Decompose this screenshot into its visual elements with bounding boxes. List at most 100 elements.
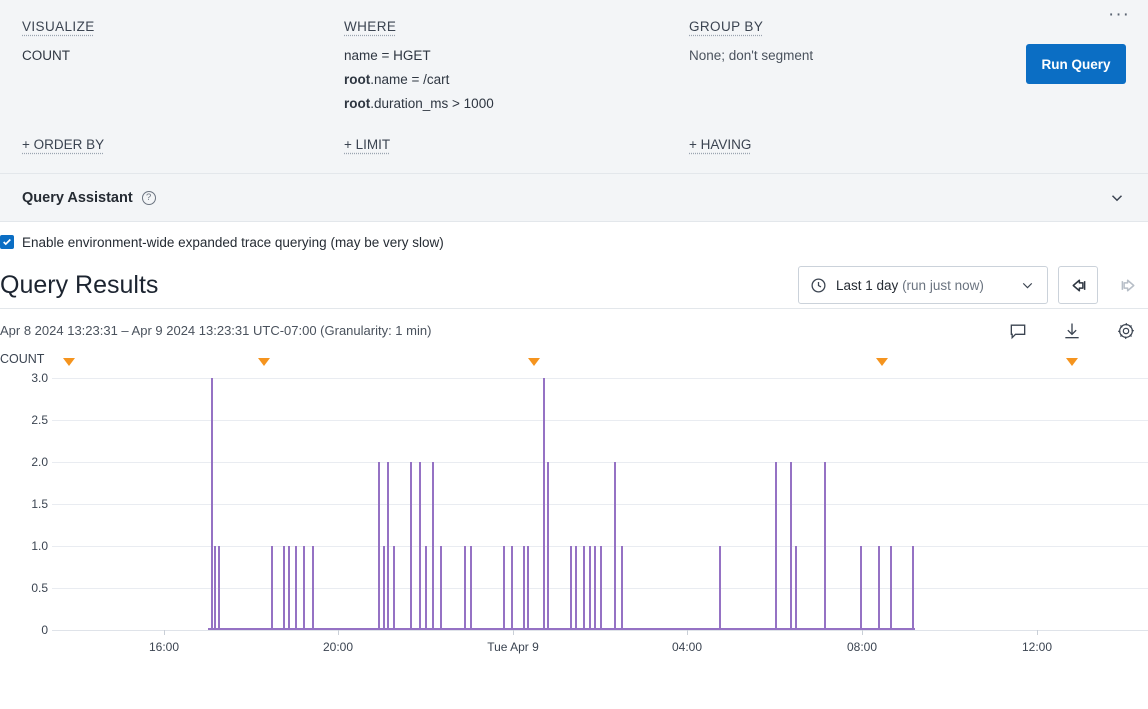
chart-bar[interactable] xyxy=(312,546,314,630)
query-builder-columns: VISUALIZE COUNT WHERE name = HGET root.n… xyxy=(22,18,1126,115)
where-clause-3[interactable]: root.duration_ms > 1000 xyxy=(344,93,689,115)
chart-bar[interactable] xyxy=(890,546,892,630)
results-controls: Last 1 day (run just now) xyxy=(798,266,1148,304)
where-clause-3-prefix: root xyxy=(344,96,370,111)
where-clause-2-prefix: root xyxy=(344,72,370,87)
chart-bar[interactable] xyxy=(410,462,412,630)
where-clause-2-text: .name = /cart xyxy=(370,72,449,87)
previous-time-range-button[interactable] xyxy=(1058,266,1098,304)
comment-icon[interactable] xyxy=(1008,321,1028,341)
chart-bar[interactable] xyxy=(570,546,572,630)
chart-bar[interactable] xyxy=(303,546,305,630)
chart-bar[interactable] xyxy=(790,462,792,630)
chevron-down-icon[interactable] xyxy=(1108,189,1126,207)
chevron-down-icon[interactable] xyxy=(1019,277,1036,294)
expanded-trace-label[interactable]: Enable environment-wide expanded trace q… xyxy=(22,235,444,250)
where-clause-2[interactable]: root.name = /cart xyxy=(344,69,689,91)
chart-bar[interactable] xyxy=(378,462,380,630)
chart-bar[interactable] xyxy=(440,546,442,630)
chart-bar[interactable] xyxy=(878,546,880,630)
chart-bar[interactable] xyxy=(511,546,513,630)
add-having-label: + HAVING xyxy=(689,137,751,152)
add-limit-button[interactable]: + LIMIT xyxy=(344,137,689,152)
annotation-marker[interactable] xyxy=(63,358,75,366)
y-axis-tick: 2.5 xyxy=(4,413,48,427)
results-chart: COUNT 00.51.01.52.02.53.016:0020:00Tue A… xyxy=(0,352,1148,672)
chart-bar[interactable] xyxy=(419,462,421,630)
chart-bar[interactable] xyxy=(824,462,826,630)
x-axis-tick: 12:00 xyxy=(1022,640,1052,654)
arrow-right-icon xyxy=(1118,275,1139,296)
chart-bar[interactable] xyxy=(621,546,623,630)
chart-bar[interactable] xyxy=(547,462,549,630)
visualize-column: VISUALIZE COUNT xyxy=(22,18,344,115)
annotation-marker[interactable] xyxy=(1066,358,1078,366)
chart-bar[interactable] xyxy=(860,546,862,630)
x-axis-tick: 08:00 xyxy=(847,640,877,654)
chart-bar[interactable] xyxy=(583,546,585,630)
add-order-by-button[interactable]: + ORDER BY xyxy=(22,137,344,152)
add-order-by-label: + ORDER BY xyxy=(22,137,104,152)
chart-bar[interactable] xyxy=(589,546,591,630)
chart-bar[interactable] xyxy=(383,546,385,630)
chart-bar[interactable] xyxy=(575,546,577,630)
x-axis-tickmark xyxy=(687,630,688,635)
chart-baseline xyxy=(208,628,915,630)
expanded-trace-checkbox[interactable] xyxy=(0,235,14,249)
chart-bar[interactable] xyxy=(387,462,389,630)
chart-bar[interactable] xyxy=(775,462,777,630)
gridline xyxy=(52,462,1148,463)
chart-bar[interactable] xyxy=(214,546,216,630)
x-axis-tick: 20:00 xyxy=(323,640,353,654)
gridline xyxy=(52,378,1148,379)
chart-bar[interactable] xyxy=(271,546,273,630)
chart-bar[interactable] xyxy=(594,546,596,630)
time-range-selector[interactable]: Last 1 day (run just now) xyxy=(798,266,1048,304)
annotation-marker[interactable] xyxy=(258,358,270,366)
chart-bar[interactable] xyxy=(432,462,434,630)
where-clause-1[interactable]: name = HGET xyxy=(344,45,689,67)
y-axis-tick: 3.0 xyxy=(4,371,48,385)
chart-bar[interactable] xyxy=(464,546,466,630)
chart-bar[interactable] xyxy=(795,546,797,630)
chart-bar[interactable] xyxy=(600,546,602,630)
annotation-marker[interactable] xyxy=(876,358,888,366)
add-limit-label: + LIMIT xyxy=(344,137,390,152)
chart-plot-area[interactable]: 00.51.01.52.02.53.016:0020:00Tue Apr 904… xyxy=(52,378,1148,630)
annotation-marker[interactable] xyxy=(528,358,540,366)
query-assistant-bar[interactable]: Query Assistant ? xyxy=(0,174,1148,222)
chart-bar[interactable] xyxy=(523,546,525,630)
download-icon[interactable] xyxy=(1062,321,1082,341)
gear-icon[interactable] xyxy=(1116,321,1136,341)
chart-bar[interactable] xyxy=(614,462,616,630)
more-options-icon[interactable]: ··· xyxy=(1108,8,1130,22)
group-by-header[interactable]: GROUP BY xyxy=(689,19,763,34)
help-icon[interactable]: ? xyxy=(142,191,156,205)
visualize-value[interactable]: COUNT xyxy=(22,45,344,67)
group-by-value[interactable]: None; don't segment xyxy=(689,45,1034,67)
results-meta-row: Apr 8 2024 13:23:31 – Apr 9 2024 13:23:3… xyxy=(0,308,1148,352)
chart-bar[interactable] xyxy=(211,378,213,630)
chart-bar[interactable] xyxy=(719,546,721,630)
time-range-suffix: (run just now) xyxy=(902,278,984,293)
chart-bar[interactable] xyxy=(283,546,285,630)
chart-bar[interactable] xyxy=(912,546,914,630)
add-having-button[interactable]: + HAVING xyxy=(689,137,751,152)
visualize-header[interactable]: VISUALIZE xyxy=(22,19,95,34)
chart-bar[interactable] xyxy=(503,546,505,630)
chart-bar[interactable] xyxy=(470,546,472,630)
query-results-header: Query Results Last 1 day (run just now) xyxy=(0,262,1148,308)
next-time-range-button[interactable] xyxy=(1108,266,1148,304)
chart-bar[interactable] xyxy=(425,546,427,630)
chart-bar[interactable] xyxy=(393,546,395,630)
y-axis-tick: 0 xyxy=(4,623,48,637)
chart-bar[interactable] xyxy=(295,546,297,630)
chart-bar[interactable] xyxy=(543,378,545,630)
chart-bar[interactable] xyxy=(288,546,290,630)
expanded-trace-row: Enable environment-wide expanded trace q… xyxy=(0,222,1148,262)
chart-bar[interactable] xyxy=(218,546,220,630)
where-header[interactable]: WHERE xyxy=(344,19,396,34)
where-column: WHERE name = HGET root.name = /cart root… xyxy=(344,18,689,115)
chart-bar[interactable] xyxy=(527,546,529,630)
run-query-button[interactable]: Run Query xyxy=(1026,44,1126,84)
